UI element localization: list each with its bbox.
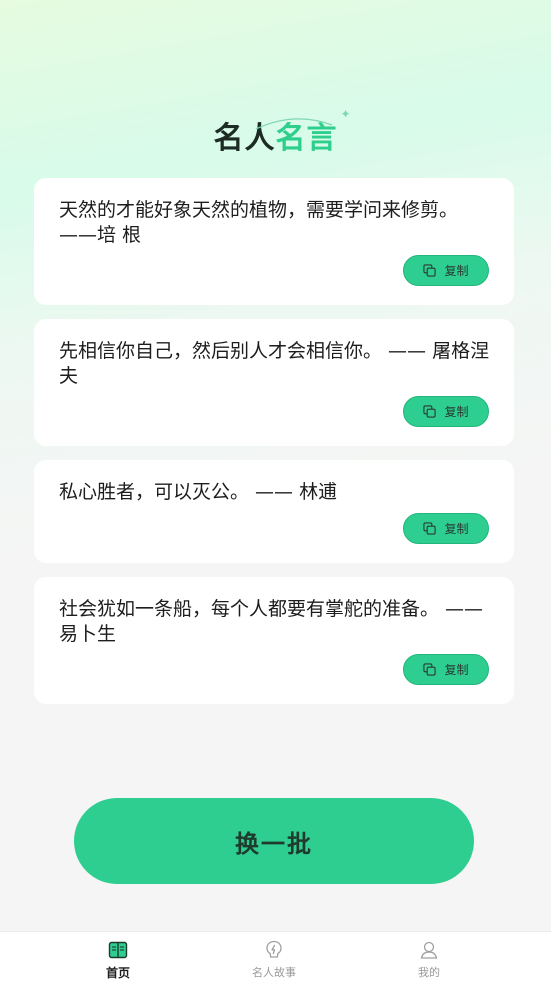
tab-celebrity-stories[interactable]: 名人故事 [224,940,324,980]
refresh-batch-button[interactable]: 换一批 [74,798,474,884]
quote-card: 天然的才能好象天然的植物，需要学问来修剪。 ——培 根 复制 [34,178,514,305]
copy-button[interactable]: 复制 [403,513,489,544]
page-title: 名人名言 ✦ [214,107,351,157]
book-icon [108,941,128,959]
sparkle-icon: ✦ [340,107,352,121]
copy-button-label: 复制 [444,522,469,536]
copy-button[interactable]: 复制 [403,396,489,427]
refresh-batch-label: 换一批 [235,829,313,858]
copy-button[interactable]: 复制 [403,654,489,685]
copy-icon [423,264,437,277]
quote-card: 先相信你自己，然后别人才会相信你。 —— 屠格涅夫 复制 [34,319,514,446]
quote-text: 天然的才能好象天然的植物，需要学问来修剪。 ——培 根 [59,199,459,246]
tab-home-label: 首页 [105,966,130,980]
quote-text: 社会犹如一条船，每个人都要有掌舵的准备。 —— 易卜生 [59,598,484,645]
copy-button[interactable]: 复制 [403,255,489,286]
tab-home[interactable]: 首页 [68,940,168,981]
copy-icon [423,522,437,535]
quote-text: 私心胜者，可以灭公。 —— 林逋 [59,481,338,503]
quote-card: 私心胜者，可以灭公。 —— 林逋 复制 [34,460,514,563]
copy-button-label: 复制 [444,663,469,677]
quote-text: 先相信你自己，然后别人才会相信你。 —— 屠格涅夫 [59,340,490,387]
tab-mine[interactable]: 我的 [379,940,479,980]
copy-button-label: 复制 [444,264,469,278]
copy-button-label: 复制 [444,405,469,419]
user-icon [420,941,438,959]
lightning-bulb-icon [266,940,282,958]
quote-card: 社会犹如一条船，每个人都要有掌舵的准备。 —— 易卜生 复制 [34,577,514,704]
copy-icon [423,663,437,676]
header: 名人名言 ✦ [0,107,551,160]
bottom-tab-bar: 首页 名人故事 我的 [0,931,551,982]
title-swoosh-decoration [255,118,332,130]
copy-icon [423,405,437,418]
tab-mine-label: 我的 [418,966,440,979]
tab-celebrity-stories-label: 名人故事 [252,966,296,979]
